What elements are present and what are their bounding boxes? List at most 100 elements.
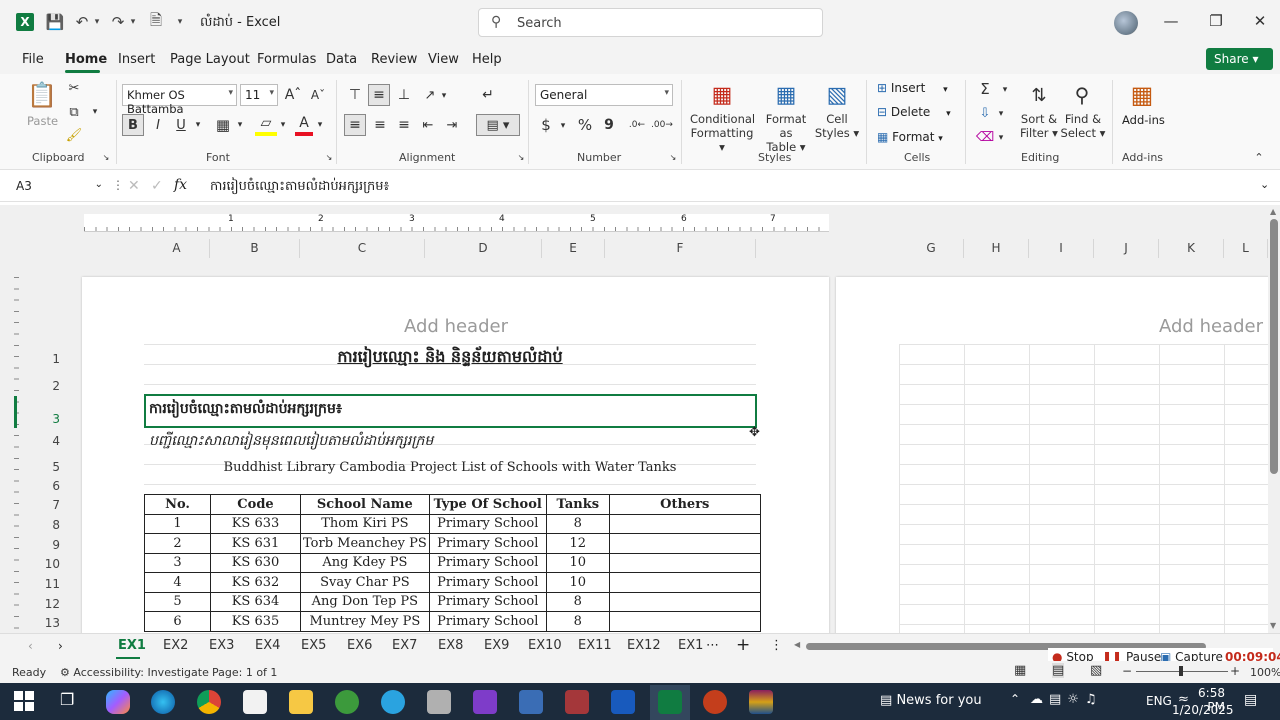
zoom-level[interactable]: 100% bbox=[1250, 666, 1280, 679]
telegram-icon[interactable] bbox=[381, 690, 405, 714]
currency-button[interactable]: $ bbox=[538, 116, 554, 134]
row-header[interactable]: 12 bbox=[20, 597, 60, 611]
sheet-tab-ex2[interactable]: EX2 bbox=[163, 638, 188, 653]
more-sheets-icon[interactable]: ⋯ bbox=[706, 638, 719, 653]
table-cell[interactable] bbox=[608, 591, 761, 612]
table-cell[interactable]: KS 635 bbox=[210, 611, 301, 632]
prev-sheet-icon[interactable]: ‹ bbox=[28, 639, 33, 653]
avatar[interactable] bbox=[1114, 11, 1138, 35]
column-header-h[interactable]: H bbox=[964, 239, 1029, 258]
formula-content[interactable]: ការរៀបចំឈ្មោះតាមលំដាប់អក្សរក្រម៖ bbox=[210, 178, 389, 197]
format-painter-icon[interactable]: 🖌 bbox=[66, 127, 83, 143]
bold-button[interactable]: B bbox=[122, 114, 144, 136]
chrome-icon[interactable] bbox=[197, 690, 221, 714]
sheet-tab-ex11[interactable]: EX11 bbox=[578, 638, 612, 653]
cell-styles-button[interactable]: Cell Styles ▾ bbox=[814, 112, 860, 140]
table-cell[interactable]: Primary School bbox=[428, 611, 547, 632]
undo-icon[interactable]: ↶ bbox=[72, 12, 92, 32]
save-icon[interactable]: 💾 bbox=[45, 12, 65, 32]
format-cells-button[interactable]: ▦ Format ▾ bbox=[877, 130, 943, 144]
menu-home[interactable]: Home bbox=[65, 52, 107, 67]
table-cell[interactable] bbox=[608, 611, 761, 632]
menu-page-layout[interactable]: Page Layout bbox=[170, 52, 250, 67]
table-cell[interactable]: Muntrey Mey PS bbox=[300, 611, 430, 632]
customize-qa-icon[interactable]: ▾ bbox=[174, 12, 186, 32]
table-cell[interactable]: 8 bbox=[545, 611, 610, 632]
table-cell[interactable]: KS 633 bbox=[210, 513, 301, 534]
comma-button[interactable]: 9 bbox=[602, 116, 616, 134]
expand-formula-icon[interactable]: ⌄ bbox=[1260, 178, 1269, 191]
menu-file[interactable]: File bbox=[22, 52, 44, 67]
row-header[interactable]: 10 bbox=[20, 557, 60, 571]
insert-cells-button[interactable]: ⊞ Insert ▾ bbox=[877, 81, 948, 95]
table-cell[interactable]: Primary School bbox=[428, 552, 547, 573]
italic-button[interactable]: I bbox=[148, 114, 168, 136]
page-break-view-icon[interactable]: ▧ bbox=[1090, 663, 1102, 678]
clear-icon[interactable]: ⌫ bbox=[976, 128, 994, 146]
cell-a5-text[interactable]: Buddhist Library Cambodia Project List o… bbox=[144, 460, 756, 475]
notification-icon[interactable]: ▤ bbox=[1244, 692, 1257, 708]
table-header-cell[interactable]: Code bbox=[210, 494, 301, 515]
menu-insert[interactable]: Insert bbox=[118, 52, 155, 67]
fill-color-icon[interactable]: ▱ bbox=[255, 114, 277, 136]
menu-help[interactable]: Help bbox=[472, 52, 502, 67]
menu-formulas[interactable]: Formulas bbox=[257, 52, 316, 67]
format-as-table-button[interactable]: Format as Table ▾ bbox=[758, 112, 814, 154]
font-name-select[interactable]: Khmer OS Battamba ▾ bbox=[122, 84, 237, 116]
word-icon[interactable] bbox=[611, 690, 635, 714]
column-header-l[interactable]: L bbox=[1224, 239, 1268, 258]
sheet-tab-ex8[interactable]: EX8 bbox=[438, 638, 463, 653]
currency-dropdown-icon[interactable]: ▾ bbox=[558, 120, 568, 132]
row-header[interactable]: 3 bbox=[20, 412, 60, 426]
dev-app-icon[interactable] bbox=[519, 690, 543, 714]
table-header-cell[interactable]: No. bbox=[144, 494, 211, 515]
row-header[interactable]: 1 bbox=[20, 352, 60, 366]
column-header-j[interactable]: J bbox=[1094, 239, 1159, 258]
menu-review[interactable]: Review bbox=[371, 52, 417, 67]
increase-decimal-icon[interactable]: .0← bbox=[626, 116, 648, 134]
redo-icon[interactable]: ↷ bbox=[108, 12, 128, 32]
column-header-a[interactable]: A bbox=[144, 239, 210, 258]
clear-dropdown-icon[interactable]: ▾ bbox=[996, 132, 1006, 144]
edge-icon[interactable] bbox=[151, 690, 175, 714]
underline-button[interactable]: U bbox=[172, 114, 190, 136]
clock-date[interactable]: 1/20/2025 bbox=[1172, 703, 1234, 717]
decrease-font-icon[interactable]: Aˇ bbox=[310, 86, 326, 104]
access-icon[interactable] bbox=[565, 690, 589, 714]
align-top-icon[interactable]: ⊤ bbox=[345, 86, 365, 104]
conditional-formatting-icon[interactable]: ▦ bbox=[708, 82, 736, 108]
column-header-b[interactable]: B bbox=[210, 239, 300, 258]
increase-font-icon[interactable]: Aˆ bbox=[284, 86, 302, 104]
add-ins-icon[interactable]: ▦ bbox=[1127, 80, 1157, 110]
app-green-icon[interactable] bbox=[335, 690, 359, 714]
table-cell[interactable]: 8 bbox=[545, 513, 610, 534]
font-launcher-icon[interactable]: ↘ bbox=[324, 152, 334, 162]
scroll-left-icon[interactable]: ◀ bbox=[794, 640, 800, 649]
collapse-ribbon-icon[interactable]: ⌃ bbox=[1252, 150, 1266, 164]
table-cell[interactable] bbox=[608, 572, 761, 593]
cell-a4-text[interactable]: បញ្ជីឈ្មោះសាលារៀនមុនពេលរៀបតាមលំដាប់អក្សរ… bbox=[149, 431, 433, 452]
row-header[interactable]: 2 bbox=[20, 379, 60, 393]
visual-studio-icon[interactable] bbox=[473, 690, 497, 714]
table-cell[interactable]: 4 bbox=[144, 572, 211, 593]
number-format-select[interactable]: General ▾ bbox=[535, 84, 673, 106]
sort-filter-icon[interactable]: ⇅ bbox=[1024, 82, 1054, 108]
table-cell[interactable]: KS 631 bbox=[210, 533, 301, 554]
add-ins-button[interactable]: Add-ins bbox=[1122, 113, 1165, 127]
table-cell[interactable]: 10 bbox=[545, 572, 610, 593]
zoom-in-icon[interactable]: + bbox=[1230, 664, 1240, 678]
merge-center-icon[interactable]: ▤ ▾ bbox=[476, 114, 520, 136]
tray-expand-icon[interactable]: ⌃ bbox=[1010, 692, 1020, 706]
sheet-tab-ex9[interactable]: EX9 bbox=[484, 638, 509, 653]
print-preview-icon[interactable]: 🗎 bbox=[146, 11, 166, 32]
menu-data[interactable]: Data bbox=[326, 52, 357, 67]
scroll-down-icon[interactable]: ▼ bbox=[1270, 621, 1276, 630]
table-cell[interactable]: Ang Don Tep PS bbox=[300, 591, 430, 612]
sheet-tab-ex3[interactable]: EX3 bbox=[209, 638, 234, 653]
decrease-decimal-icon[interactable]: .00→ bbox=[651, 116, 673, 134]
table-cell[interactable]: KS 630 bbox=[210, 552, 301, 573]
sheet-tab-ex7[interactable]: EX7 bbox=[392, 638, 417, 653]
copilot-icon[interactable] bbox=[106, 690, 130, 714]
paste-icon[interactable]: 📋 bbox=[27, 80, 57, 110]
sheet-tab-ex6[interactable]: EX6 bbox=[347, 638, 372, 653]
